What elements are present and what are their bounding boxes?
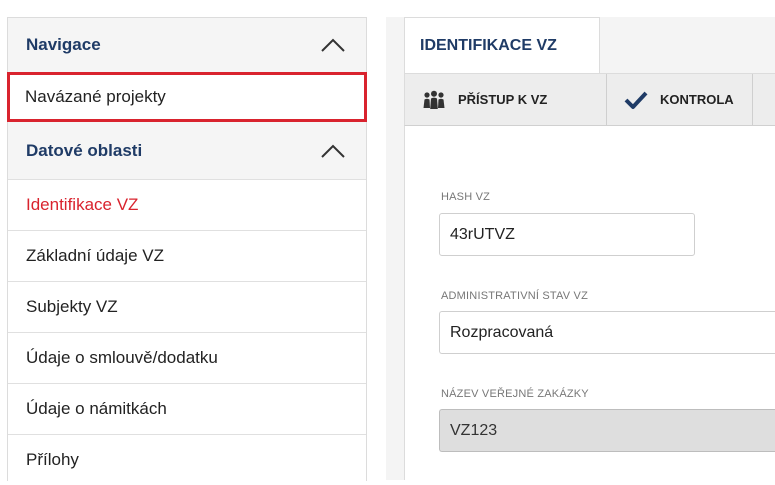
sidebar-item-label: Základní údaje VZ xyxy=(26,246,164,265)
sidebar-item-linked-projects[interactable]: Navázané projekty xyxy=(7,72,367,122)
access-to-vz-label: PŘÍSTUP K VZ xyxy=(458,92,548,107)
checkmark-icon xyxy=(624,91,648,109)
sidebar-item-label: Údaje o smlouvě/dodatku xyxy=(26,348,218,367)
navigation-title: Navigace xyxy=(26,35,101,54)
detail-panel: IDENTIFIKACE VZ PŘÍSTUP K VZ KONTROLA HA… xyxy=(386,17,775,480)
admin-state-label: ADMINISTRATIVNÍ STAV VZ xyxy=(441,290,588,302)
sidebar-item-udaje-o-namitkach[interactable]: Údaje o námitkách xyxy=(8,383,366,434)
contract-name-label: NÁZEV VEŘEJNÉ ZAKÁZKY xyxy=(441,388,589,400)
form-content: HASH VZ 43rUTVZ ADMINISTRATIVNÍ STAV VZ … xyxy=(404,126,775,480)
hash-vz-field[interactable]: 43rUTVZ xyxy=(439,213,695,256)
contract-name-value: VZ123 xyxy=(450,421,498,439)
chevron-up-icon[interactable] xyxy=(320,37,346,53)
access-to-vz-button[interactable]: PŘÍSTUP K VZ xyxy=(405,74,607,125)
data-areas-title: Datové oblasti xyxy=(26,140,143,160)
check-button[interactable]: KONTROLA xyxy=(607,74,753,125)
sidebar-item-label: Subjekty VZ xyxy=(26,297,118,316)
people-icon xyxy=(423,90,445,109)
sidebar-item-udaje-o-smlouve[interactable]: Údaje o smlouvě/dodatku xyxy=(8,332,366,383)
navigation-sidebar: Navigace Navázané projekty Datové oblast… xyxy=(7,17,367,481)
sidebar-item-zakladni-udaje-vz[interactable]: Základní údaje VZ xyxy=(8,230,366,281)
contract-name-field: VZ123 xyxy=(439,409,775,452)
admin-state-field[interactable]: Rozpracovaná xyxy=(439,311,775,354)
check-label: KONTROLA xyxy=(660,92,734,107)
sidebar-item-prilohy[interactable]: Přílohy xyxy=(8,434,366,485)
hash-vz-value: 43rUTVZ xyxy=(450,225,515,243)
chevron-up-icon[interactable] xyxy=(320,143,346,159)
navigation-section-header[interactable]: Navigace xyxy=(8,18,366,72)
sidebar-item-label: Navázané projekty xyxy=(25,87,166,106)
tab-identifikace-vz[interactable]: IDENTIFIKACE VZ xyxy=(404,17,600,73)
tab-label: IDENTIFIKACE VZ xyxy=(420,36,557,54)
sidebar-item-label: Identifikace VZ xyxy=(26,195,139,214)
sidebar-item-label: Přílohy xyxy=(26,450,79,469)
sidebar-item-identifikace-vz[interactable]: Identifikace VZ xyxy=(8,179,366,230)
action-toolbar: PŘÍSTUP K VZ KONTROLA xyxy=(404,73,775,126)
sidebar-item-label: Údaje o námitkách xyxy=(26,399,167,418)
hash-vz-label: HASH VZ xyxy=(441,191,491,203)
sidebar-item-subjekty-vz[interactable]: Subjekty VZ xyxy=(8,281,366,332)
data-areas-section-header[interactable]: Datové oblasti xyxy=(8,122,366,179)
admin-state-value: Rozpracovaná xyxy=(450,323,554,341)
